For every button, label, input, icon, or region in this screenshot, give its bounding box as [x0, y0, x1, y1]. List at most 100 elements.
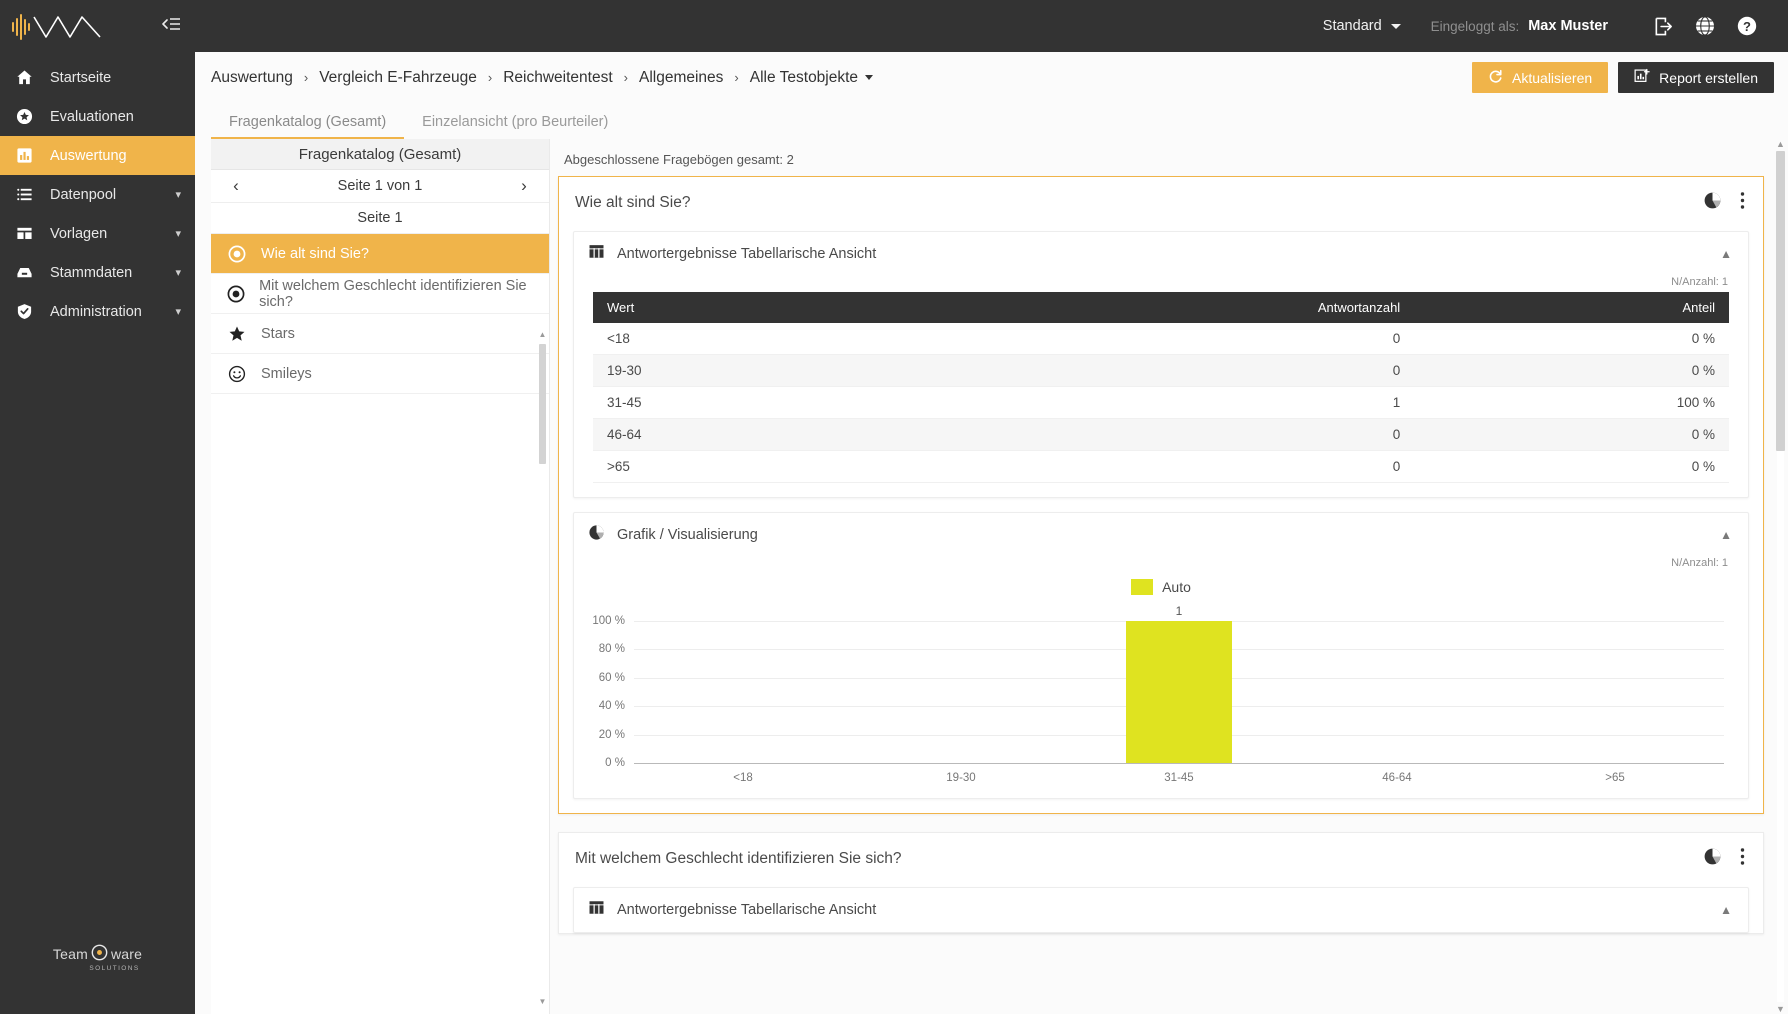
x-tick-label: >65 [1605, 772, 1625, 784]
sidebar-item-startseite[interactable]: Startseite [0, 58, 195, 97]
question-list-item-geschlecht[interactable]: Mit welchem Geschlecht identifizieren Si… [211, 274, 549, 314]
question-pager: ‹ Seite 1 von 1 › [211, 170, 549, 203]
breadcrumb-dropdown[interactable]: Alle Testobjekte [750, 69, 874, 87]
breadcrumb-separator: › [734, 70, 739, 85]
chevron-up-icon[interactable]: ▲ [1720, 528, 1732, 542]
results-panel: Abgeschlossene Fragebögen gesamt: 2 Wie … [550, 139, 1788, 1014]
sidebar-item-administration[interactable]: Administration ▾ [0, 292, 195, 331]
breadcrumb-item-2[interactable]: Reichweitentest [503, 69, 612, 87]
sidebar-item-datenpool[interactable]: Datenpool ▾ [0, 175, 195, 214]
chevron-up-icon[interactable]: ▲ [1720, 903, 1732, 917]
chart-section: Grafik / Visualisierung ▲ N/Anzahl: 1 Au… [573, 512, 1749, 799]
chevron-up-icon[interactable]: ▲ [1720, 247, 1732, 261]
chevron-left-icon[interactable]: ‹ [227, 176, 245, 196]
home-icon [16, 69, 40, 86]
axis-line-x: 0 % [605, 757, 1724, 769]
content-area: Fragenkatalog (Gesamt) ‹ Seite 1 von 1 ›… [195, 139, 1788, 1014]
mode-select-value: Standard [1322, 18, 1382, 34]
list-icon [16, 186, 40, 203]
sidebar-item-auswertung[interactable]: Auswertung [0, 136, 195, 175]
sidebar-item-label: Auswertung [50, 147, 127, 164]
sidebar-item-vorlagen[interactable]: Vorlagen ▾ [0, 214, 195, 253]
scroll-down-icon[interactable]: ▼ [538, 997, 547, 1006]
refresh-button[interactable]: Aktualisieren [1472, 62, 1609, 93]
svg-text:?: ? [1743, 19, 1751, 34]
more-vertical-icon[interactable] [1740, 191, 1745, 215]
x-tick-label: <18 [733, 772, 753, 784]
table-section: Antwortergebnisse Tabellarische Ansicht … [573, 231, 1749, 498]
layout-icon [16, 225, 40, 242]
globe-icon[interactable] [1688, 9, 1722, 43]
refresh-icon [1488, 69, 1503, 87]
chart-legend: Auto [592, 579, 1730, 595]
question-list-item-wie-alt[interactable]: Wie alt sind Sie? [211, 234, 549, 274]
help-icon[interactable]: ? [1730, 9, 1764, 43]
scrollbar-thumb[interactable] [539, 344, 546, 464]
scroll-up-icon[interactable]: ▲ [538, 330, 547, 339]
table-body: <18 0 0 % 19-30 0 0 % 31-45 1 100 % 46-6… [593, 323, 1729, 483]
cell-wert: 19-30 [593, 354, 890, 387]
table-row: 19-30 0 0 % [593, 354, 1729, 387]
question-list-item-label: Mit welchem Geschlecht identifizieren Si… [259, 277, 527, 310]
results-scrollbar[interactable]: ▲ ▼ [1774, 139, 1786, 1014]
breadcrumb-item-0[interactable]: Auswertung [211, 69, 293, 87]
question-panel-header: Fragenkatalog (Gesamt) [211, 139, 549, 170]
x-tick-label: 19-30 [946, 772, 976, 784]
result-card-wie-alt: Wie alt sind Sie? Antwortergebnisse Tabe… [558, 176, 1764, 814]
scroll-up-icon[interactable]: ▲ [1774, 139, 1787, 149]
chevron-right-icon[interactable]: › [515, 176, 533, 196]
bar-chart-icon [16, 147, 40, 164]
more-vertical-icon[interactable] [1740, 847, 1745, 871]
chart-section-title: Grafik / Visualisierung [617, 527, 758, 543]
pie-chart-icon [588, 524, 605, 546]
result-card-actions [1703, 191, 1745, 215]
logged-in-label: Eingeloggt als: [1430, 18, 1520, 34]
chevron-down-icon: ▾ [175, 228, 181, 240]
table-row: <18 0 0 % [593, 323, 1729, 355]
sidebar-item-evaluationen[interactable]: Evaluationen [0, 97, 195, 136]
column-header-wert: Wert [593, 292, 890, 323]
logout-icon[interactable] [1646, 9, 1680, 43]
y-tick-label: 100 % [592, 615, 625, 627]
app-logo[interactable] [10, 8, 106, 44]
chevron-down-icon [1390, 23, 1401, 29]
table-row: 31-45 1 100 % [593, 386, 1729, 419]
result-card-title: Mit welchem Geschlecht identifizieren Si… [575, 850, 902, 867]
pie-chart-icon[interactable] [1703, 847, 1722, 871]
result-card-header: Wie alt sind Sie? [559, 177, 1763, 229]
breadcrumb-item-3[interactable]: Allgemeines [639, 69, 723, 87]
x-tick-label: 46-64 [1382, 772, 1412, 784]
question-list-item-stars[interactable]: Stars [211, 314, 549, 354]
scroll-down-icon[interactable]: ▼ [1774, 1004, 1787, 1014]
scrollbar-thumb[interactable] [1776, 151, 1785, 451]
table-icon [588, 899, 605, 921]
sidebar-item-label: Vorlagen [50, 225, 108, 242]
brand-name-a: Team [52, 946, 88, 962]
page-label: Seite 1 [211, 203, 549, 234]
cell-antwortanzahl: 0 [889, 323, 1415, 355]
pie-chart-icon[interactable] [1703, 191, 1722, 215]
table-row: 46-64 0 0 % [593, 418, 1729, 451]
sidebar-item-label: Datenpool [50, 186, 117, 203]
bar-column [634, 621, 852, 763]
collapse-sidebar-icon[interactable] [161, 16, 181, 37]
tab-einzelansicht[interactable]: Einzelansicht (pro Beurteiler) [404, 114, 626, 139]
question-list-scrollbar[interactable]: ▲ ▼ [538, 330, 547, 1006]
breadcrumb-item-1[interactable]: Vergleich E-Fahrzeuge [319, 69, 477, 87]
cell-wert: 46-64 [593, 418, 890, 451]
y-tick-label: 80 % [598, 643, 625, 656]
chevron-down-icon [865, 75, 874, 80]
breadcrumb-bar: Auswertung › Vergleich E-Fahrzeuge › Rei… [195, 52, 1788, 103]
table-section: Antwortergebnisse Tabellarische Ansicht … [573, 887, 1749, 933]
chart-section-header: Grafik / Visualisierung ▲ [574, 513, 1748, 557]
mode-select[interactable]: Standard [1323, 18, 1401, 34]
create-report-button[interactable]: Report erstellen [1618, 62, 1774, 93]
radio-button-icon [227, 245, 247, 263]
question-list-item-smileys[interactable]: Smileys [211, 354, 549, 394]
breadcrumb-separator: › [487, 70, 493, 85]
bar[interactable] [1125, 621, 1233, 763]
tab-fragenkatalog[interactable]: Fragenkatalog (Gesamt) [211, 114, 405, 139]
sidebar-item-stammdaten[interactable]: Stammdaten ▾ [0, 253, 195, 292]
cell-wert: >65 [593, 450, 890, 483]
table-section-title: Antwortergebnisse Tabellarische Ansicht [617, 246, 877, 262]
